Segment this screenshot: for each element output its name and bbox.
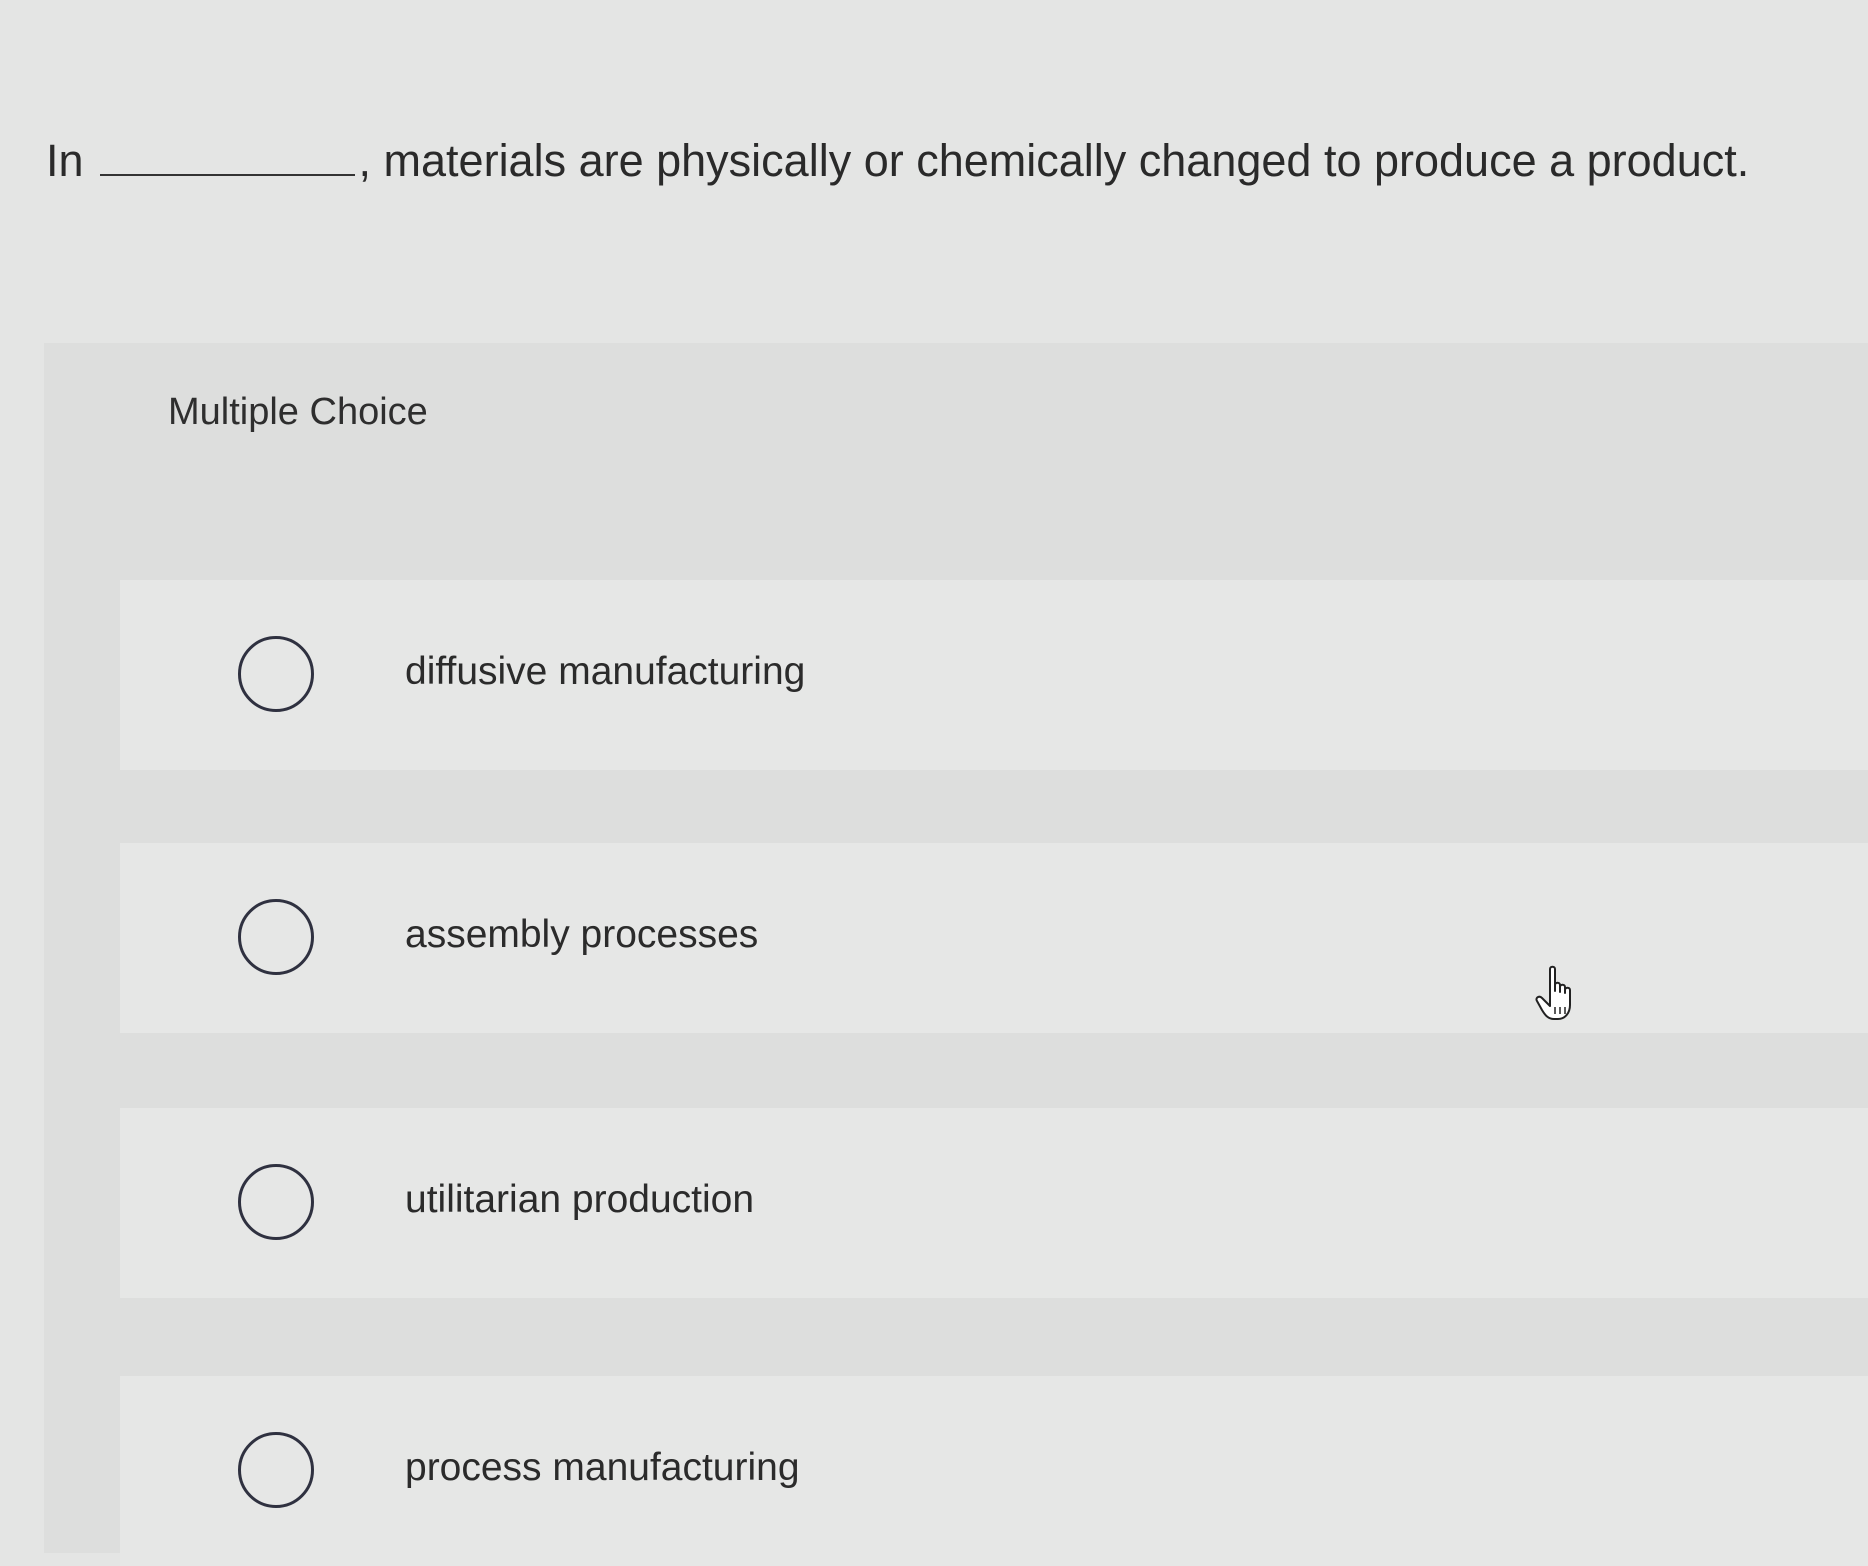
answer-option[interactable]: diffusive manufacturing — [120, 580, 1868, 770]
radio-button[interactable] — [238, 899, 314, 975]
answer-option-label: utilitarian production — [405, 1178, 755, 1221]
answer-option-label: process manufacturing — [405, 1446, 800, 1489]
multiple-choice-panel: Multiple Choice diffusive manufacturing … — [44, 343, 1868, 1566]
answer-option[interactable]: process manufacturing — [120, 1376, 1868, 1566]
answer-option[interactable]: assembly processes — [120, 843, 1868, 1033]
answer-option-label: assembly processes — [405, 913, 759, 956]
question-blank — [99, 130, 355, 176]
radio-button[interactable] — [238, 1164, 314, 1240]
answer-option[interactable]: utilitarian production — [120, 1108, 1868, 1298]
section-header: Multiple Choice — [168, 391, 428, 433]
hand-pointer-icon — [1534, 965, 1584, 1025]
question-suffix: , materials are physically or chemically… — [358, 135, 1750, 186]
radio-button[interactable] — [238, 1432, 314, 1508]
radio-button[interactable] — [238, 636, 314, 712]
question-text: In , materials are physically or chemical… — [46, 130, 1749, 191]
question-prefix: In — [46, 135, 84, 186]
answer-option-label: diffusive manufacturing — [405, 650, 806, 693]
